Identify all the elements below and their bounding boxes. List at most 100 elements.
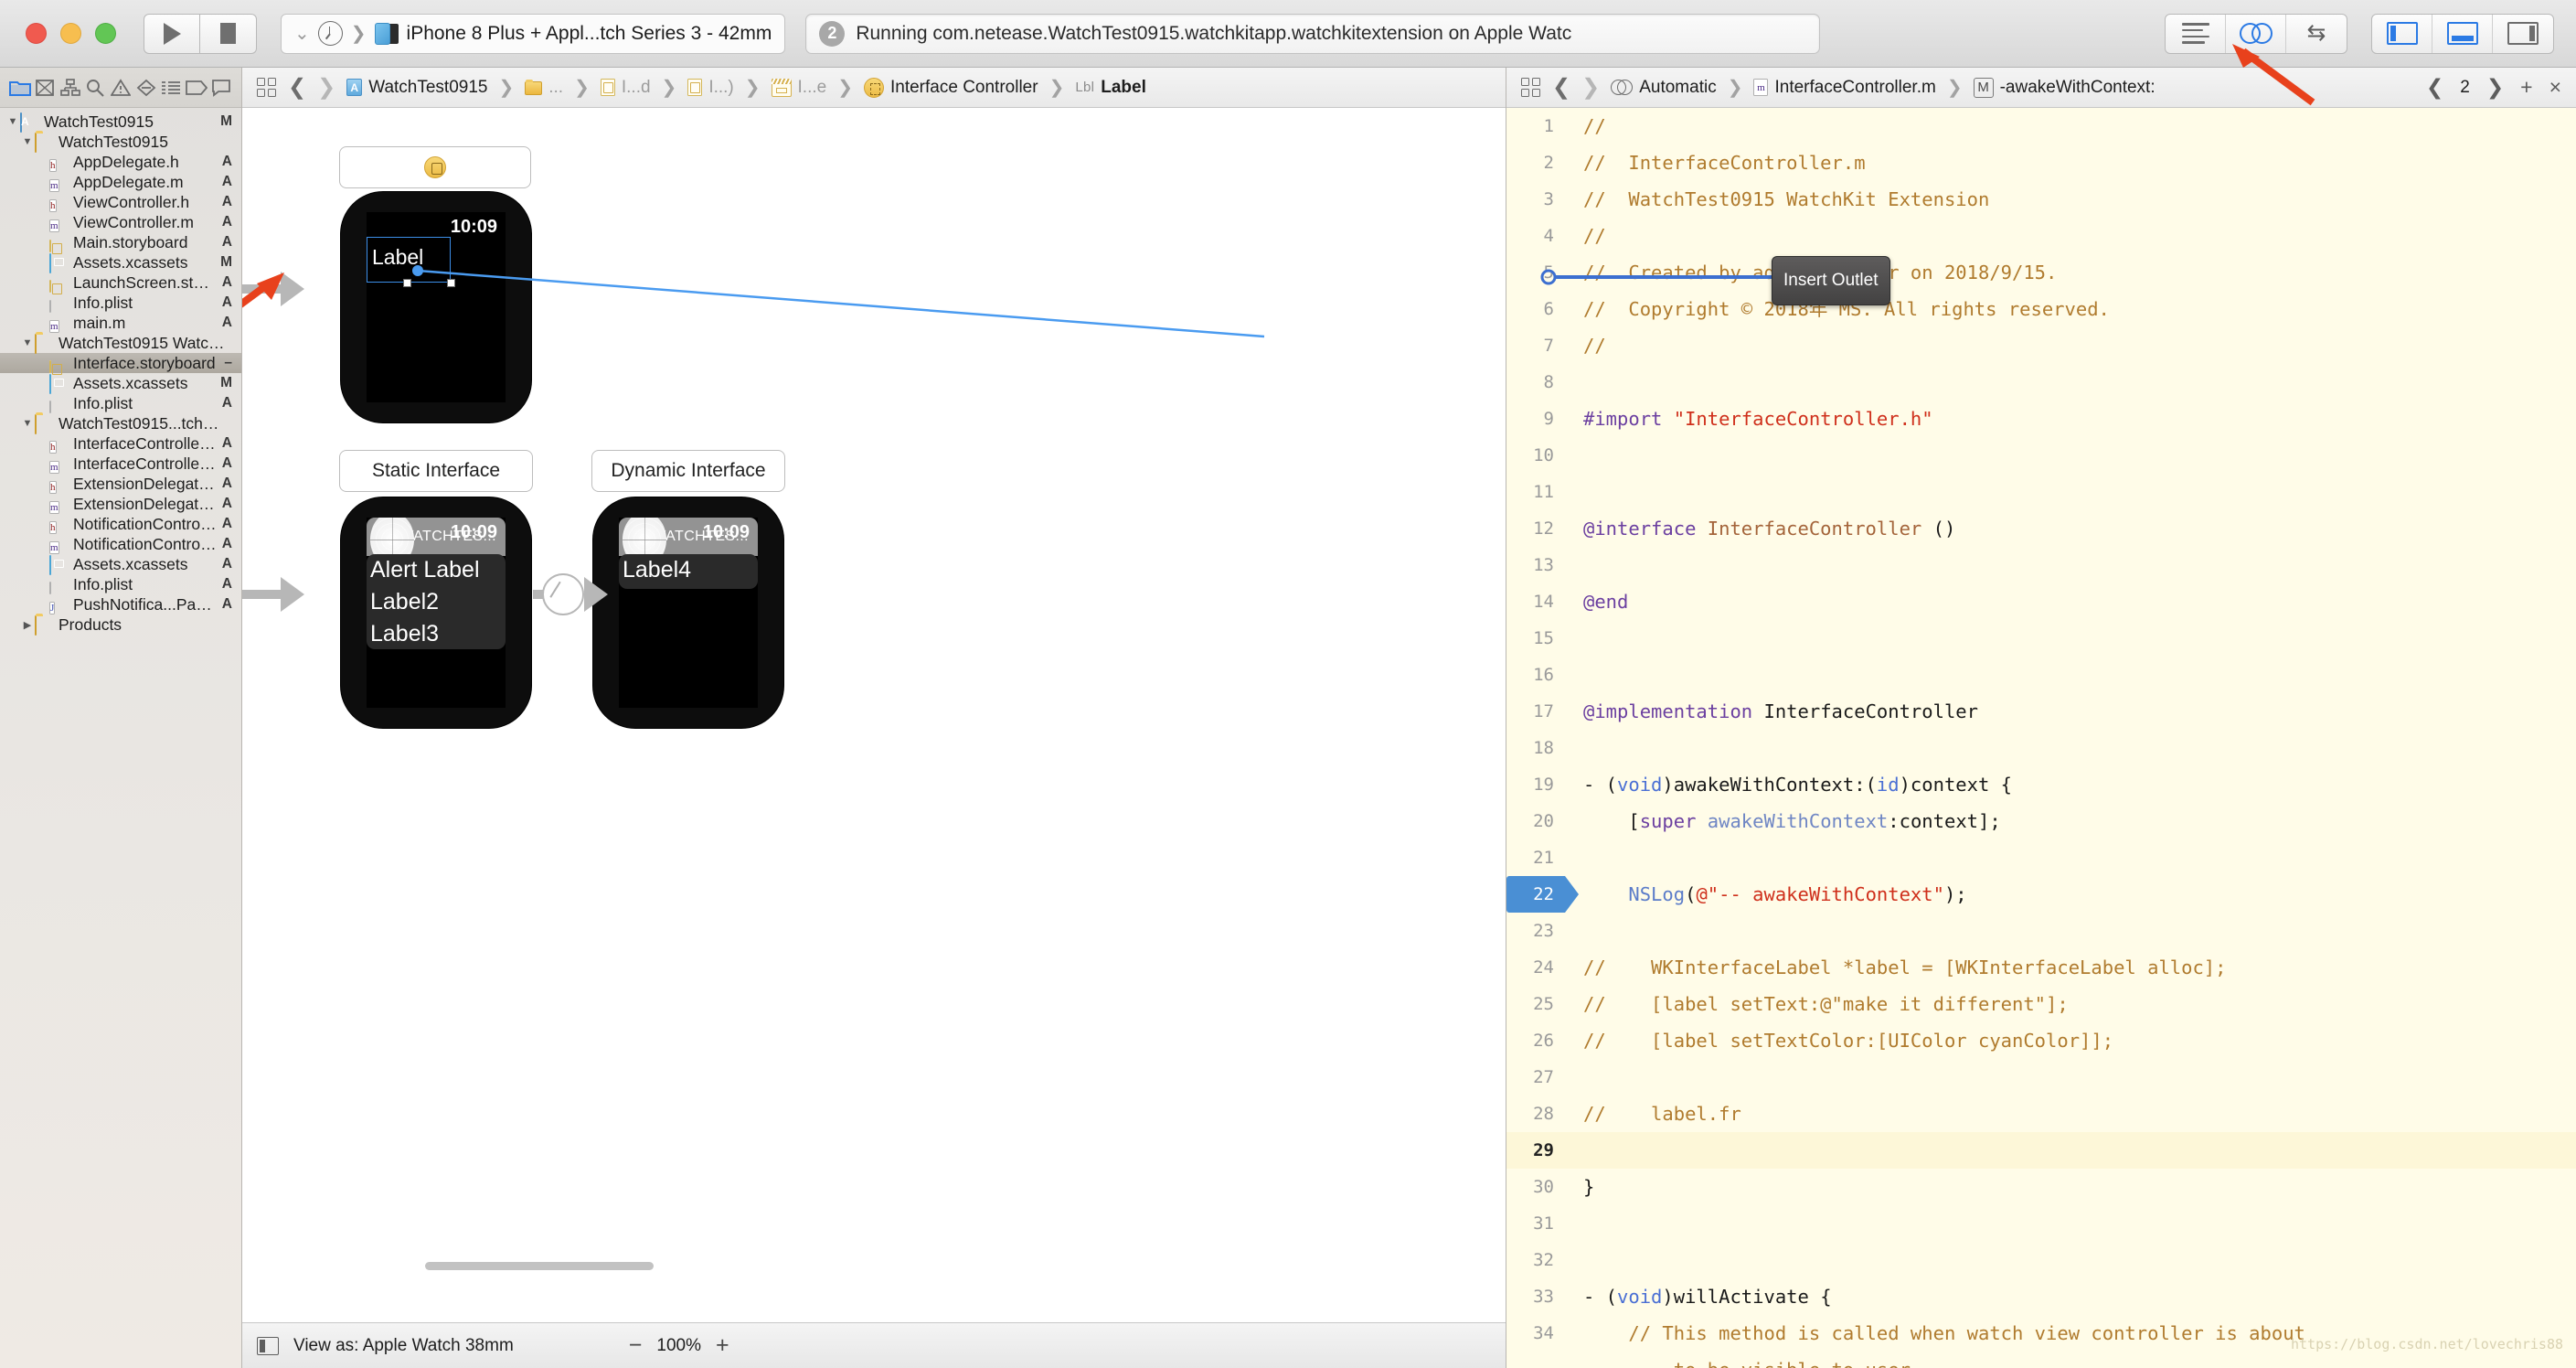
line-number[interactable]: 14 [1506, 583, 1565, 620]
source-control-navigator-tab[interactable] [33, 77, 57, 99]
code-line[interactable]: 33 - (void)willActivate { [1506, 1278, 2576, 1315]
navigator-row[interactable]: ▶hViewController.hA [0, 192, 241, 212]
activity-status-bar[interactable]: 2 Running com.netease.WatchTest0915.watc… [805, 13, 1821, 54]
navigator-row[interactable]: ▼ WatchTest0915 M [0, 112, 241, 133]
view-as-label[interactable]: View as: Apple Watch 38mm [293, 1336, 514, 1356]
breakpoint-navigator-tab[interactable] [185, 77, 208, 99]
code-line[interactable]: 14 @end [1506, 583, 2576, 620]
run-button[interactable] [144, 13, 200, 54]
line-number[interactable]: 28 [1506, 1095, 1565, 1132]
navigator-row[interactable]: ▶Interface.storyboard– [0, 353, 241, 375]
navigator-row[interactable]: ▶Info.plistA [0, 574, 241, 594]
navigator-row[interactable]: ▶hAppDelegate.hA [0, 152, 241, 172]
navigator-row[interactable]: ▶mViewController.mA [0, 212, 241, 232]
go-back-button[interactable]: ❮ [288, 76, 306, 99]
line-number[interactable]: 22 [1506, 876, 1579, 913]
line-number[interactable]: 25 [1506, 986, 1565, 1022]
line-number[interactable]: 13 [1506, 547, 1565, 583]
interface-controller-scene[interactable]: 10:09 [341, 192, 531, 422]
navigator-row[interactable]: ▶mNotificationController.mA [0, 534, 241, 554]
line-number[interactable]: 10 [1506, 437, 1565, 474]
go-forward-button[interactable]: ❯ [317, 76, 335, 99]
zoom-out-button[interactable]: − [629, 1332, 643, 1359]
line-number[interactable]: 27 [1506, 1059, 1565, 1095]
line-number[interactable]: 17 [1506, 693, 1565, 730]
code-line[interactable]: 8 [1506, 364, 2576, 401]
zoom-in-button[interactable]: + [716, 1332, 729, 1359]
navigator-row[interactable]: ▶Assets.xcassetsM [0, 373, 241, 394]
disclosure-triangle[interactable]: ▼ [20, 418, 35, 429]
breadcrumb-file[interactable]: m InterfaceController.m [1753, 78, 1936, 98]
symbol-navigator-tab[interactable] [59, 77, 82, 99]
zoom-window-button[interactable] [95, 23, 116, 44]
test-navigator-tab[interactable] [134, 77, 158, 99]
resize-handle[interactable] [403, 279, 411, 287]
entry-point-box[interactable] [339, 146, 531, 188]
navigator-row[interactable]: ▼ WatchTest0915 [0, 132, 241, 153]
line-number[interactable]: 16 [1506, 657, 1565, 693]
navigator-row[interactable]: ▶JPushNotifica...Payload.apnsA [0, 594, 241, 615]
line-number[interactable]: 6 [1506, 291, 1565, 327]
breadcrumb-label[interactable]: Lbl Label [1075, 78, 1146, 98]
code-line[interactable]: 2 // InterfaceController.m [1506, 144, 2576, 181]
minimize-window-button[interactable] [60, 23, 81, 44]
zoom-level-label[interactable]: 100% [656, 1336, 701, 1356]
breadcrumb-automatic[interactable]: Automatic [1611, 78, 1717, 98]
issue-navigator-tab[interactable] [109, 77, 133, 99]
code-line[interactable]: 28 // label.fr [1506, 1095, 2576, 1132]
static-interface-title-box[interactable]: Static Interface [339, 450, 533, 492]
navigator-row[interactable]: ▶Assets.xcassetsA [0, 554, 241, 575]
line-number[interactable]: 15 [1506, 620, 1565, 657]
code-line[interactable]: 22 NSLog(@"-- awakeWithContext"); [1506, 876, 2576, 913]
storyboard-canvas[interactable]: 10:09 Label Static Interface WATCHTES...… [242, 108, 1506, 1322]
navigator-row[interactable]: ▶mmain.mA [0, 313, 241, 333]
code-line[interactable]: 10 [1506, 437, 2576, 474]
navigator-row[interactable]: ▶Main.storyboardA [0, 232, 241, 254]
line-number[interactable]: 11 [1506, 474, 1565, 510]
code-line[interactable]: 5// Created by administrator on 2018/9/1… [1506, 254, 2576, 291]
breadcrumb-project[interactable]: WatchTest0915 [346, 78, 487, 98]
disclosure-triangle[interactable]: ▼ [20, 337, 35, 348]
code-line[interactable]: 7 // [1506, 327, 2576, 364]
breadcrumb-scene[interactable]: I...e [771, 78, 826, 98]
navigator-row[interactable]: ▶hInterfaceController.hA [0, 433, 241, 454]
close-assistant-editor-button[interactable]: × [2549, 75, 2561, 100]
resize-handle[interactable] [447, 279, 455, 287]
navigator-row[interactable]: ▼ WatchTest0915...tchKit Extension [0, 413, 241, 434]
previous-assistant-button[interactable]: ❮ [2426, 75, 2443, 100]
navigator-row[interactable]: ▶mInterfaceController.mA [0, 454, 241, 474]
code-line[interactable]: 24 // WKInterfaceLabel *label = [WKInterf… [1506, 949, 2576, 986]
navigator-row[interactable]: ▶hExtensionDelegate.hA [0, 474, 241, 494]
line-number[interactable]: 1 [1506, 108, 1565, 144]
line-number[interactable]: 33 [1506, 1278, 1565, 1315]
navigator-row[interactable]: ▶Assets.xcassetsM [0, 252, 241, 273]
debug-navigator-tab[interactable] [159, 77, 183, 99]
line-number[interactable]: 34 [1506, 1315, 1565, 1352]
code-line[interactable]: 32 [1506, 1242, 2576, 1278]
add-assistant-editor-button[interactable]: + [2520, 75, 2532, 100]
stop-button[interactable] [200, 13, 257, 54]
scrollbar-thumb[interactable] [425, 1262, 654, 1270]
related-items-icon[interactable] [1521, 77, 1541, 98]
code-line[interactable]: 15 [1506, 620, 2576, 657]
related-items-icon[interactable] [257, 77, 277, 98]
line-number[interactable]: 7 [1506, 327, 1565, 364]
navigator-row[interactable]: ▶mExtensionDelegate.mA [0, 494, 241, 514]
code-line[interactable]: 19 - (void)awakeWithContext:(id)context { [1506, 766, 2576, 803]
line-number[interactable]: 9 [1506, 401, 1565, 437]
dynamic-interface-scene[interactable]: WATCHTES... Label4 10:09 [593, 497, 783, 728]
line-number[interactable]: 12 [1506, 510, 1565, 547]
next-assistant-button[interactable]: ❯ [2486, 75, 2504, 100]
breadcrumb-storyboard[interactable]: I...d [600, 78, 651, 98]
code-line[interactable]: 12 @interface InterfaceController () [1506, 510, 2576, 547]
code-line[interactable]: 13 [1506, 547, 2576, 583]
code-line[interactable]: 16 [1506, 657, 2576, 693]
standard-editor-button[interactable] [2166, 14, 2226, 53]
line-number[interactable]: 30 [1506, 1169, 1565, 1205]
navigator-row[interactable]: ▶hNotificationController.hA [0, 514, 241, 534]
code-line[interactable]: 30} [1506, 1169, 2576, 1205]
breadcrumb-folder[interactable]: ... [525, 78, 563, 98]
line-number[interactable]: 24 [1506, 949, 1565, 986]
project-file-tree[interactable]: ▼ WatchTest0915 M ▼ WatchTest0915 ▶ h AppDelega… [0, 108, 241, 1368]
code-line[interactable]: 26 // [label setTextColor:[UIColor cyanCo… [1506, 1022, 2576, 1059]
